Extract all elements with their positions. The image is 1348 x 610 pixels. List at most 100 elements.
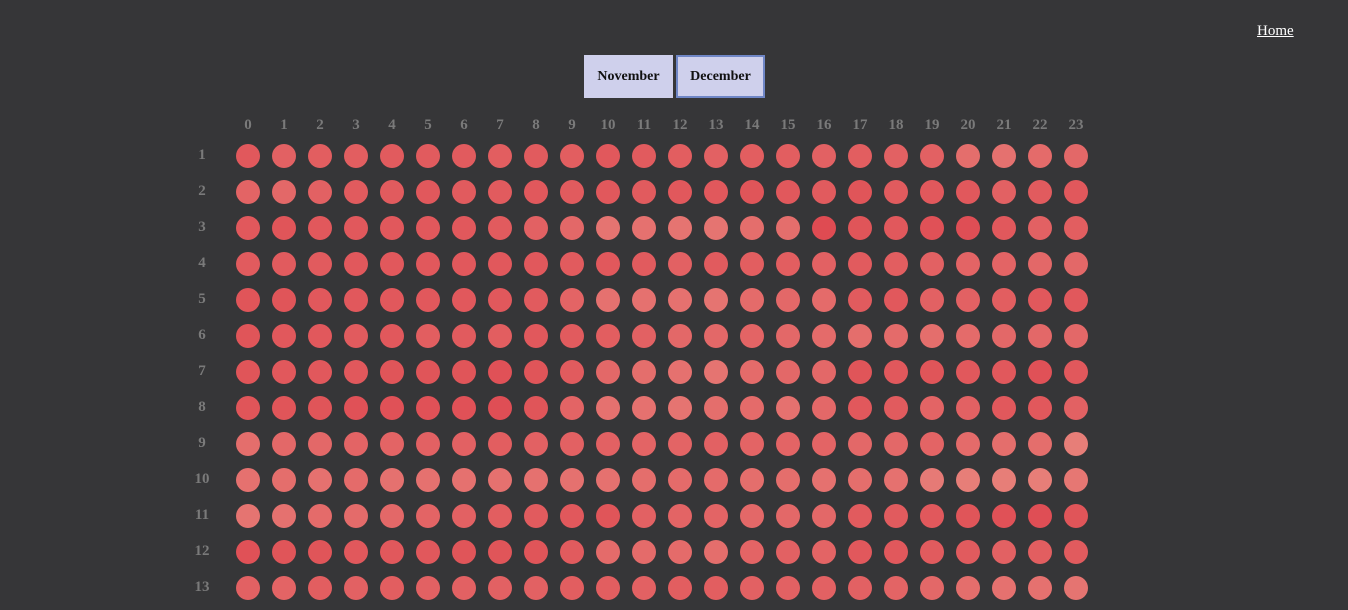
heatmap-cell[interactable]: [956, 288, 980, 312]
heatmap-cell[interactable]: [704, 576, 728, 600]
heatmap-cell[interactable]: [740, 504, 764, 528]
heatmap-cell[interactable]: [920, 288, 944, 312]
heatmap-cell[interactable]: [632, 288, 656, 312]
heatmap-cell[interactable]: [596, 216, 620, 240]
heatmap-cell[interactable]: [236, 396, 260, 420]
heatmap-cell[interactable]: [452, 432, 476, 456]
heatmap-cell[interactable]: [596, 576, 620, 600]
heatmap-cell[interactable]: [596, 504, 620, 528]
heatmap-cell[interactable]: [740, 396, 764, 420]
heatmap-cell[interactable]: [488, 360, 512, 384]
heatmap-cell[interactable]: [704, 216, 728, 240]
heatmap-cell[interactable]: [884, 288, 908, 312]
heatmap-cell[interactable]: [668, 216, 692, 240]
heatmap-cell[interactable]: [272, 360, 296, 384]
heatmap-cell[interactable]: [1064, 540, 1088, 564]
heatmap-cell[interactable]: [416, 576, 440, 600]
heatmap-cell[interactable]: [380, 288, 404, 312]
tab-november[interactable]: November: [584, 55, 673, 98]
heatmap-cell[interactable]: [452, 504, 476, 528]
heatmap-cell[interactable]: [704, 432, 728, 456]
heatmap-cell[interactable]: [956, 504, 980, 528]
heatmap-cell[interactable]: [452, 468, 476, 492]
heatmap-cell[interactable]: [416, 180, 440, 204]
heatmap-cell[interactable]: [344, 396, 368, 420]
heatmap-cell[interactable]: [1028, 144, 1052, 168]
heatmap-cell[interactable]: [812, 144, 836, 168]
heatmap-cell[interactable]: [308, 216, 332, 240]
heatmap-cell[interactable]: [452, 540, 476, 564]
heatmap-cell[interactable]: [848, 144, 872, 168]
heatmap-cell[interactable]: [632, 180, 656, 204]
heatmap-cell[interactable]: [992, 432, 1016, 456]
heatmap-cell[interactable]: [344, 324, 368, 348]
heatmap-cell[interactable]: [812, 432, 836, 456]
heatmap-cell[interactable]: [884, 432, 908, 456]
heatmap-cell[interactable]: [848, 180, 872, 204]
heatmap-cell[interactable]: [596, 288, 620, 312]
heatmap-cell[interactable]: [920, 504, 944, 528]
heatmap-cell[interactable]: [776, 288, 800, 312]
heatmap-cell[interactable]: [1064, 360, 1088, 384]
heatmap-cell[interactable]: [776, 360, 800, 384]
heatmap-cell[interactable]: [308, 540, 332, 564]
heatmap-cell[interactable]: [848, 468, 872, 492]
heatmap-cell[interactable]: [704, 540, 728, 564]
heatmap-cell[interactable]: [740, 216, 764, 240]
heatmap-cell[interactable]: [452, 216, 476, 240]
heatmap-cell[interactable]: [344, 504, 368, 528]
heatmap-cell[interactable]: [848, 216, 872, 240]
heatmap-cell[interactable]: [452, 360, 476, 384]
heatmap-cell[interactable]: [920, 144, 944, 168]
heatmap-cell[interactable]: [920, 324, 944, 348]
heatmap-cell[interactable]: [488, 180, 512, 204]
heatmap-cell[interactable]: [920, 540, 944, 564]
heatmap-cell[interactable]: [524, 216, 548, 240]
heatmap-cell[interactable]: [956, 144, 980, 168]
heatmap-cell[interactable]: [380, 180, 404, 204]
heatmap-cell[interactable]: [668, 360, 692, 384]
heatmap-cell[interactable]: [596, 468, 620, 492]
heatmap-cell[interactable]: [776, 180, 800, 204]
heatmap-cell[interactable]: [488, 144, 512, 168]
heatmap-cell[interactable]: [956, 468, 980, 492]
heatmap-cell[interactable]: [560, 324, 584, 348]
heatmap-cell[interactable]: [884, 396, 908, 420]
heatmap-cell[interactable]: [740, 540, 764, 564]
heatmap-cell[interactable]: [560, 360, 584, 384]
heatmap-cell[interactable]: [308, 180, 332, 204]
heatmap-cell[interactable]: [236, 252, 260, 276]
heatmap-cell[interactable]: [236, 504, 260, 528]
heatmap-cell[interactable]: [1064, 288, 1088, 312]
heatmap-cell[interactable]: [632, 504, 656, 528]
heatmap-cell[interactable]: [236, 144, 260, 168]
heatmap-cell[interactable]: [668, 144, 692, 168]
heatmap-cell[interactable]: [848, 504, 872, 528]
heatmap-cell[interactable]: [344, 540, 368, 564]
heatmap-cell[interactable]: [524, 396, 548, 420]
heatmap-cell[interactable]: [416, 396, 440, 420]
heatmap-cell[interactable]: [956, 216, 980, 240]
heatmap-cell[interactable]: [236, 216, 260, 240]
heatmap-cell[interactable]: [272, 216, 296, 240]
heatmap-cell[interactable]: [560, 180, 584, 204]
heatmap-cell[interactable]: [308, 576, 332, 600]
heatmap-cell[interactable]: [524, 468, 548, 492]
heatmap-cell[interactable]: [488, 540, 512, 564]
heatmap-cell[interactable]: [1028, 288, 1052, 312]
heatmap-cell[interactable]: [776, 324, 800, 348]
heatmap-cell[interactable]: [560, 252, 584, 276]
heatmap-cell[interactable]: [668, 540, 692, 564]
heatmap-cell[interactable]: [524, 252, 548, 276]
heatmap-cell[interactable]: [992, 324, 1016, 348]
heatmap-cell[interactable]: [596, 144, 620, 168]
heatmap-cell[interactable]: [560, 216, 584, 240]
heatmap-cell[interactable]: [236, 468, 260, 492]
heatmap-cell[interactable]: [596, 180, 620, 204]
heatmap-cell[interactable]: [740, 180, 764, 204]
heatmap-cell[interactable]: [884, 468, 908, 492]
heatmap-cell[interactable]: [272, 288, 296, 312]
heatmap-cell[interactable]: [812, 468, 836, 492]
heatmap-cell[interactable]: [884, 504, 908, 528]
heatmap-cell[interactable]: [1028, 396, 1052, 420]
